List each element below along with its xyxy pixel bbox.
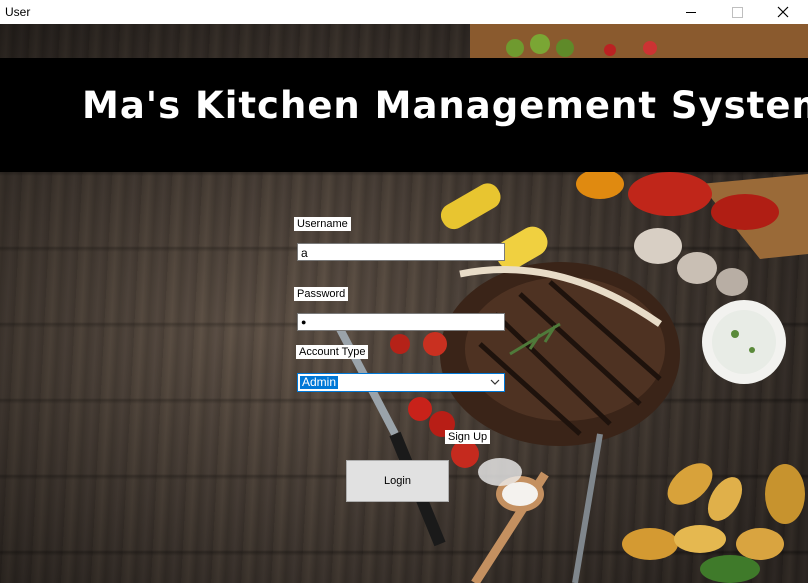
chevron-down-icon: [490, 379, 500, 385]
header-banner: Ma's Kitchen Management System: [0, 58, 808, 172]
app-title: Ma's Kitchen Management System: [82, 84, 808, 127]
background-image: Ma's Kitchen Management System Username …: [0, 24, 808, 583]
password-label: Password: [294, 287, 349, 301]
account-type-value: Admin: [300, 375, 339, 389]
close-icon: [777, 6, 789, 18]
signup-link[interactable]: Sign Up: [445, 430, 491, 444]
account-type-label: Account Type: [296, 345, 369, 359]
window-title: User: [5, 5, 31, 19]
minimize-button[interactable]: [668, 0, 714, 24]
account-type-select[interactable]: Admin: [297, 373, 505, 392]
password-input[interactable]: ●: [297, 313, 505, 331]
username-input[interactable]: a: [297, 243, 505, 261]
maximize-icon: [731, 6, 743, 18]
title-bar: User: [0, 0, 808, 24]
maximize-button: [714, 0, 760, 24]
close-button[interactable]: [760, 0, 806, 24]
login-button[interactable]: Login: [346, 460, 449, 502]
minimize-icon: [686, 11, 696, 13]
username-label: Username: [294, 217, 351, 231]
